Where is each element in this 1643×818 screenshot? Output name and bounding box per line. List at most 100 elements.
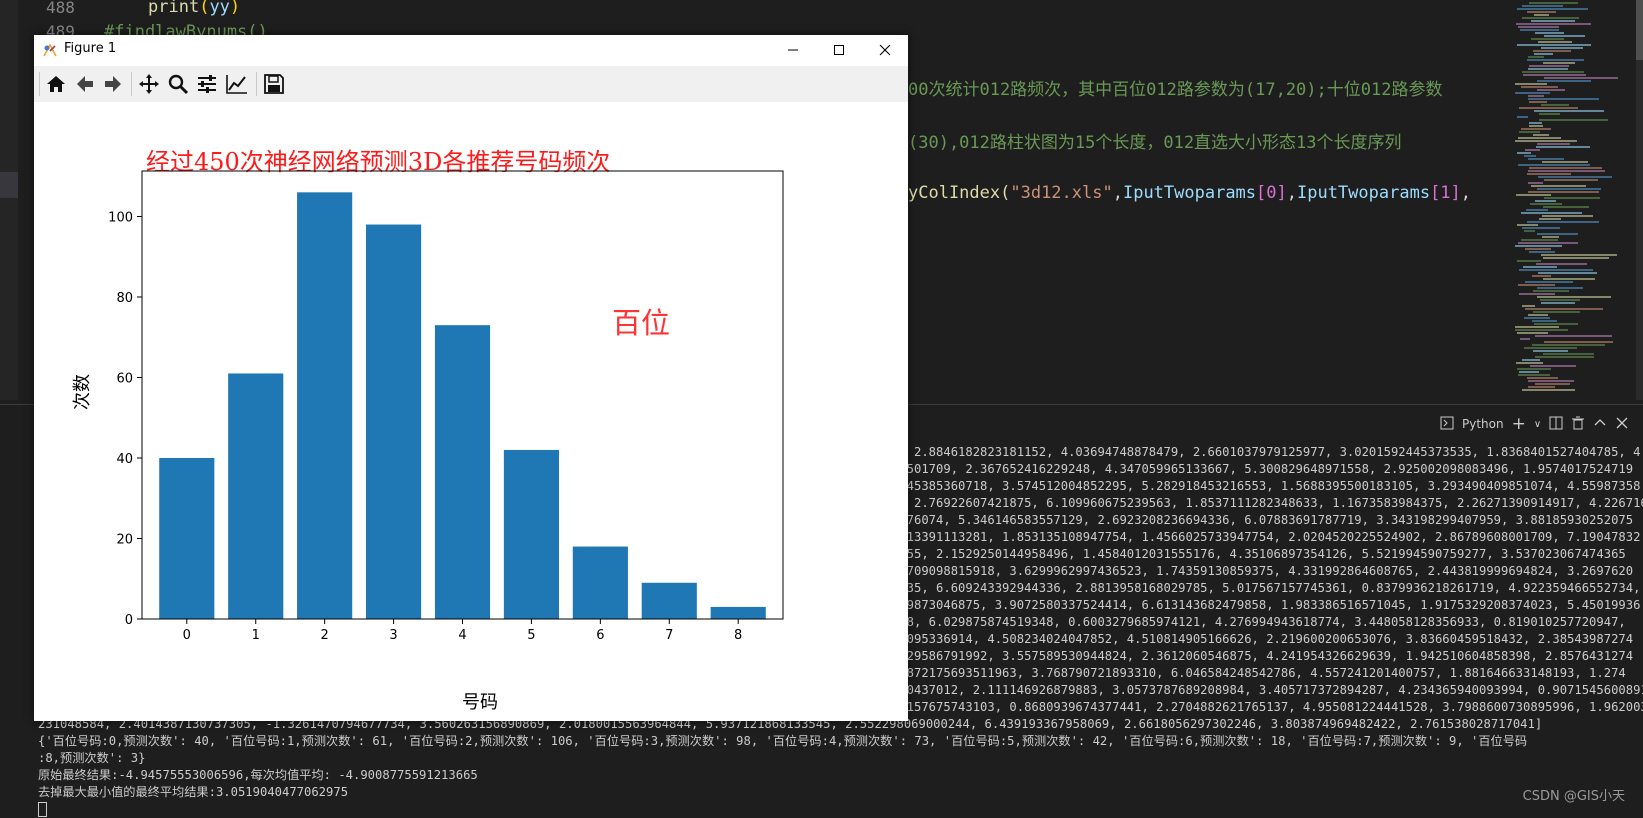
terminal-kind-icon[interactable] <box>1440 416 1454 433</box>
maximize-panel-chevron-up-icon[interactable] <box>1593 416 1607 433</box>
back-icon <box>77 76 93 92</box>
bar <box>366 224 422 619</box>
minimap-line <box>1530 365 1576 367</box>
minimap-line <box>1543 257 1609 259</box>
minimap-line <box>1538 41 1572 43</box>
bar <box>297 192 353 619</box>
minimap-line <box>1518 284 1555 286</box>
new-terminal-plus-icon[interactable]: + <box>1512 414 1526 434</box>
minimap-line <box>1541 47 1583 49</box>
minimap-line <box>1531 20 1575 22</box>
minimap-line <box>1517 8 1588 10</box>
code-line-print[interactable]: print(yy) <box>148 0 240 17</box>
code-comment-line-b[interactable]: (30),012路柱状图为15个长度，012直选大小形态13个长度序列 <box>908 128 1402 153</box>
terminal-line: 0045385360718, 3.574512004852295, 5.2829… <box>892 479 1641 493</box>
minimap-line <box>1522 17 1579 19</box>
editor-scrollbar[interactable] <box>1636 0 1643 400</box>
bar <box>434 325 491 619</box>
watermark: CSDN @GIS小天 <box>1522 789 1625 804</box>
edit-axis-icon <box>226 75 247 94</box>
terminal-line: 00157675743103, 0.8680939674377441, 2.27… <box>892 700 1643 714</box>
minimap-line <box>1528 95 1544 97</box>
toolbar-separator <box>256 72 257 96</box>
minimap-line <box>1519 269 1593 271</box>
minimap-line <box>1528 386 1555 388</box>
minimap-line <box>1522 71 1584 73</box>
minimap-line <box>1515 140 1577 142</box>
zoom-button[interactable] <box>164 70 192 98</box>
minimap-line <box>1529 251 1555 253</box>
minimap-line <box>1543 206 1589 208</box>
bar-chart: 0 1 2 3 4 5 6 7 8020406080100 <box>108 170 784 643</box>
split-terminal-icon[interactable] <box>1549 416 1563 433</box>
terminal-line: 82095336914, 4.508234024047852, 4.510814… <box>892 632 1634 646</box>
minimap-line <box>1537 143 1570 145</box>
terminal-line: e, 2.76922607421875, 6.109960675239563, … <box>892 496 1643 510</box>
minimap-line <box>1537 296 1611 298</box>
back-button[interactable] <box>71 70 99 98</box>
minimap-line <box>1543 353 1594 355</box>
pan-button[interactable] <box>135 70 163 98</box>
editor-minimap[interactable] <box>1515 0 1635 400</box>
close-panel-icon[interactable] <box>1615 416 1629 433</box>
minimap-line <box>1543 62 1575 64</box>
figure-canvas[interactable]: 经过450次神经网络预测3D各推荐号码频次 百位 次数 号码 012345678… <box>34 102 908 721</box>
minimap-line <box>1525 149 1540 151</box>
minimap-line <box>1539 119 1608 121</box>
trash-icon[interactable] <box>1571 416 1585 433</box>
minimap-line <box>1537 287 1583 289</box>
minimap-line <box>1542 236 1559 238</box>
edit-axis-button[interactable] <box>223 70 251 98</box>
matplotlib-logo-icon <box>43 43 57 57</box>
minimap-line <box>1519 131 1540 133</box>
minimap-line <box>1522 359 1540 361</box>
save-button[interactable] <box>260 70 288 98</box>
minimap-line <box>1528 158 1564 160</box>
terminal-line: 260437012, 2.111146926879883, 3.05737876… <box>892 683 1643 697</box>
terminal-prompt[interactable] <box>38 801 47 818</box>
editor-scrollbar-thumb[interactable] <box>1636 0 1643 60</box>
code-comment-line-a[interactable]: 00次统计012路频次，其中百位012路参数为(17,20);十位012路参数 <box>908 75 1442 100</box>
configure-subplots-button[interactable] <box>193 70 221 98</box>
minimap-line <box>1524 347 1577 349</box>
home-icon <box>47 76 65 92</box>
terminal-line-result-dict: {'百位号码:0,预测次数': 40, '百位号码:1,预测次数': 61, '… <box>38 734 1528 748</box>
minimap-line <box>1541 254 1617 256</box>
close-button[interactable] <box>862 35 908 65</box>
minimize-button[interactable] <box>770 35 816 65</box>
terminal-line-original-result: 原始最终结果:-4.94575553006596,每次均值平均: -4.9008… <box>38 768 478 782</box>
forward-button[interactable] <box>99 70 127 98</box>
minimap-line <box>1528 380 1574 382</box>
minimap-line <box>1544 35 1585 37</box>
terminal-dropdown-chevron-icon[interactable]: ∨ <box>1534 419 1541 430</box>
minimap-line <box>1517 260 1541 262</box>
window-titlebar[interactable]: Figure 1 <box>34 35 908 65</box>
minimap-line <box>1517 44 1591 46</box>
x-tick-label: 1 <box>252 628 260 643</box>
code-token-arg1: IputTwoparams <box>1122 183 1257 203</box>
figure-window[interactable]: Figure 1 经过450次神经网络预测3D各推荐号码频次 百位 次数 号码 … <box>34 35 908 721</box>
minimap-line <box>1516 194 1551 196</box>
bar <box>572 546 628 619</box>
code-token-paren-open: ( <box>199 0 210 17</box>
terminal-kind-label[interactable]: Python <box>1462 417 1504 431</box>
x-tick-label: 3 <box>389 628 397 643</box>
terminal-line: 70501709, 2.367652416229248, 4.347059965… <box>892 462 1634 476</box>
maximize-button[interactable] <box>816 35 862 65</box>
minimap-line <box>1525 248 1551 250</box>
minimap-line <box>1527 11 1556 13</box>
code-token-print: print <box>148 0 200 17</box>
home-button[interactable] <box>42 70 70 98</box>
pan-icon <box>139 74 159 94</box>
minimap-line <box>1543 278 1595 280</box>
code-line-call[interactable]: yColIndex("3d12.xls",IputTwoparams[0],Ip… <box>908 183 1471 203</box>
minimap-line <box>1523 266 1557 268</box>
x-tick-label: 2 <box>321 628 329 643</box>
minimap-line <box>1517 368 1551 370</box>
terminal-line: 9476074, 5.346146583557129, 2.6923208236… <box>892 513 1634 527</box>
code-token-yy: yy <box>209 0 230 17</box>
minimap-line <box>1529 125 1543 127</box>
minimap-line <box>1528 98 1599 100</box>
minimap-line <box>1535 383 1570 385</box>
minimap-line <box>1518 164 1590 166</box>
